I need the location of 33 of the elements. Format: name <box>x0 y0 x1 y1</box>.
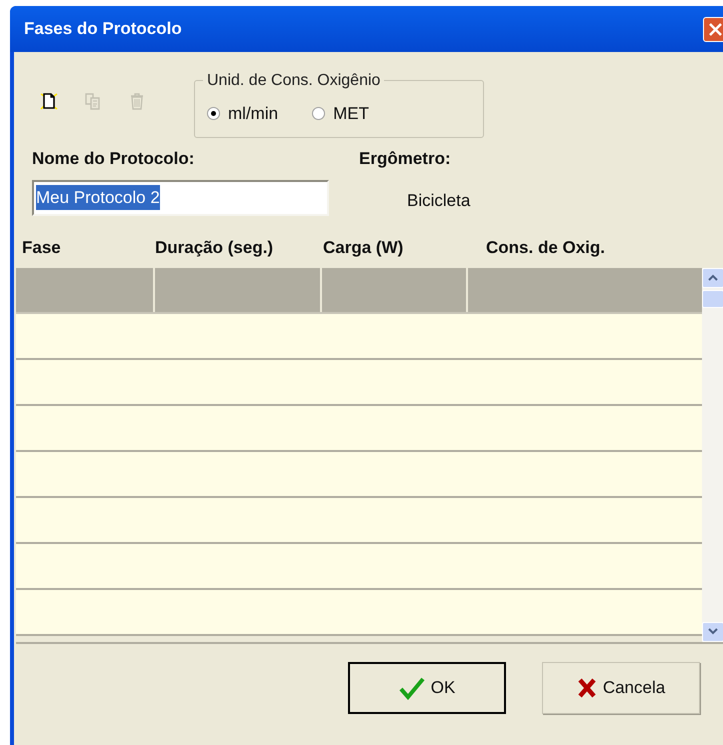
cancel-button[interactable]: Cancela <box>542 662 700 714</box>
chevron-down-icon <box>708 628 718 635</box>
protocol-name-field[interactable]: Meu Protocolo 2 <box>32 180 329 216</box>
ergometer-value: Bicicleta <box>407 190 470 212</box>
close-button[interactable] <box>703 16 723 42</box>
column-header: Cons. de Oxig. <box>485 236 606 259</box>
scroll-thumb[interactable] <box>702 290 723 308</box>
table-row[interactable] <box>16 360 702 406</box>
table-row[interactable] <box>16 544 702 590</box>
table-row[interactable] <box>16 452 702 498</box>
column-header: Fase <box>21 236 62 259</box>
window-title: Fases do Protocolo <box>24 18 182 40</box>
toolbar-button[interactable] <box>38 90 60 112</box>
table-row[interactable] <box>16 314 702 360</box>
field-label: Ergômetro: <box>359 148 452 170</box>
scroll-down-button[interactable] <box>702 622 723 642</box>
chevron-up-icon <box>708 274 718 281</box>
checkmark-icon <box>398 676 425 700</box>
column-header: Carga (W) <box>322 236 404 259</box>
cross-icon <box>576 676 597 698</box>
scroll-up-button[interactable] <box>702 268 723 288</box>
field-label: Nome do Protocolo: <box>32 148 196 170</box>
table-row[interactable] <box>16 498 702 544</box>
radio-option[interactable]: ml/min <box>207 101 278 126</box>
close-icon <box>708 22 723 36</box>
radio-option[interactable]: MET <box>312 101 369 126</box>
radio-button[interactable] <box>312 107 326 120</box>
column-header: Duração (seg.) <box>154 236 274 259</box>
new-document-icon <box>39 91 59 111</box>
scrollbar[interactable] <box>702 268 723 642</box>
radio-button[interactable] <box>207 107 220 120</box>
table-row[interactable] <box>16 406 702 452</box>
ok-button[interactable]: OK <box>348 662 506 714</box>
